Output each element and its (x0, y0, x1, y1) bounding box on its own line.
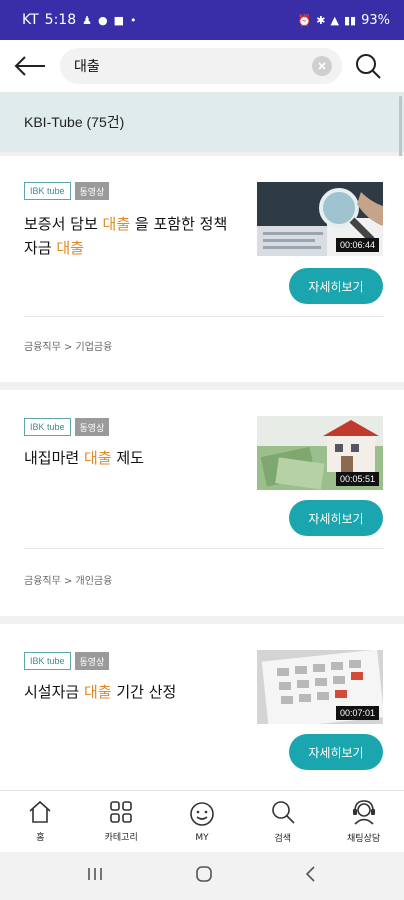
message-icon: ■ (113, 13, 124, 27)
section-title: KBI-Tube (75건) (24, 114, 125, 130)
result-card[interactable]: IBK tube 동영상 내집마련 대출 제도 00:05:51 자세히보기 금… (0, 390, 404, 616)
system-navigation-bar (0, 852, 404, 900)
video-duration: 00:07:01 (335, 706, 379, 720)
category-path: 금융직무 > 개인금융 (24, 576, 113, 587)
status-bar: KT 5:18 ♟ ● ■ • ⏰ ✱ ▲ ▮▮ 93% (0, 0, 404, 40)
keyword-highlight: 대출 (102, 215, 131, 233)
battery-label: 93% (361, 12, 390, 28)
bottom-navigation: 홈 카테고리 MY 검색 채팅상담 (0, 790, 404, 852)
system-back-button[interactable] (304, 865, 318, 887)
nav-my[interactable]: MY (162, 791, 243, 852)
nav-home[interactable]: 홈 (0, 791, 81, 852)
video-type-badge: 동영상 (74, 182, 110, 200)
nav-label: MY (195, 832, 209, 843)
nav-label: 채팅상담 (347, 834, 381, 844)
close-icon (318, 62, 326, 70)
keyword-highlight: 대출 (56, 239, 84, 257)
wifi-icon: ▲ (330, 13, 339, 27)
source-badge: IBK tube (24, 418, 71, 436)
view-details-button[interactable]: 자세히보기 (289, 268, 383, 304)
search-input[interactable]: 대출 (60, 48, 342, 84)
search-button[interactable] (342, 40, 394, 92)
keyword-highlight: 대출 (83, 449, 112, 467)
keyword-highlight: 대출 (83, 683, 112, 701)
video-type-badge: 동영상 (74, 418, 110, 436)
signal-icon: ▮▮ (343, 13, 357, 27)
view-details-button[interactable]: 자세히보기 (289, 500, 383, 536)
result-card[interactable]: IBK tube 동영상 보증서 담보 대출 을 포함한 정책 자금 대출 00… (0, 156, 404, 382)
video-type-badge: 동영상 (74, 652, 110, 670)
nav-category[interactable]: 카테고리 (81, 791, 162, 852)
back-button[interactable] (0, 40, 60, 92)
alarm-icon: ⏰ (297, 13, 312, 27)
bluetooth-icon: ✱ (316, 13, 326, 27)
chevron-left-icon (306, 866, 315, 882)
clock: 5:18 (44, 12, 77, 28)
search-query[interactable]: 대출 (74, 56, 312, 76)
divider (24, 316, 384, 317)
back-arrow-icon (14, 56, 45, 76)
video-thumbnail[interactable]: 00:05:51 (257, 416, 383, 490)
home-system-button[interactable] (195, 865, 213, 887)
person-icon: ♟ (82, 13, 92, 27)
search-icon (356, 54, 381, 79)
result-title[interactable]: 보증서 담보 대출 을 포함한 정책 자금 대출 (24, 212, 234, 260)
video-thumbnail[interactable]: 00:06:44 (257, 182, 383, 256)
headset-agent-icon (352, 800, 375, 825)
search-header: 대출 (0, 40, 404, 92)
nav-search[interactable]: 검색 (242, 791, 323, 852)
search-icon (271, 801, 295, 824)
video-duration: 00:05:51 (335, 472, 379, 486)
nav-label: 홈 (36, 833, 45, 843)
home-icon (29, 800, 51, 823)
dot-icon: • (130, 13, 137, 27)
nav-label: 검색 (274, 834, 292, 844)
source-badge: IBK tube (24, 182, 71, 200)
carrier-label: KT (22, 12, 39, 28)
nav-chat-consult[interactable]: 채팅상담 (323, 791, 404, 852)
scrollbar[interactable] (399, 96, 402, 160)
divider (24, 548, 384, 549)
video-duration: 00:06:44 (335, 238, 379, 252)
recent-apps-icon (87, 868, 102, 880)
home-circle-icon (196, 866, 212, 882)
grid-icon (110, 801, 132, 823)
video-thumbnail[interactable]: 00:07:01 (257, 650, 383, 724)
result-card[interactable]: IBK tube 동영상 시설자금 대출 기간 산정 00:07:01 자세히보… (0, 624, 404, 790)
result-title[interactable]: 시설자금 대출 기간 산정 (24, 680, 234, 704)
view-details-button[interactable]: 자세히보기 (289, 734, 383, 770)
result-title[interactable]: 내집마련 대출 제도 (24, 446, 234, 470)
chat-bubble-icon: ● (97, 13, 108, 27)
smiley-icon (190, 801, 214, 826)
recent-apps-button[interactable] (86, 866, 104, 886)
category-path: 금융직무 > 기업금융 (24, 342, 113, 353)
nav-label: 카테고리 (104, 833, 138, 843)
source-badge: IBK tube (24, 652, 71, 670)
clear-search-button[interactable] (312, 56, 332, 76)
section-header: KBI-Tube (75건) (0, 92, 404, 152)
